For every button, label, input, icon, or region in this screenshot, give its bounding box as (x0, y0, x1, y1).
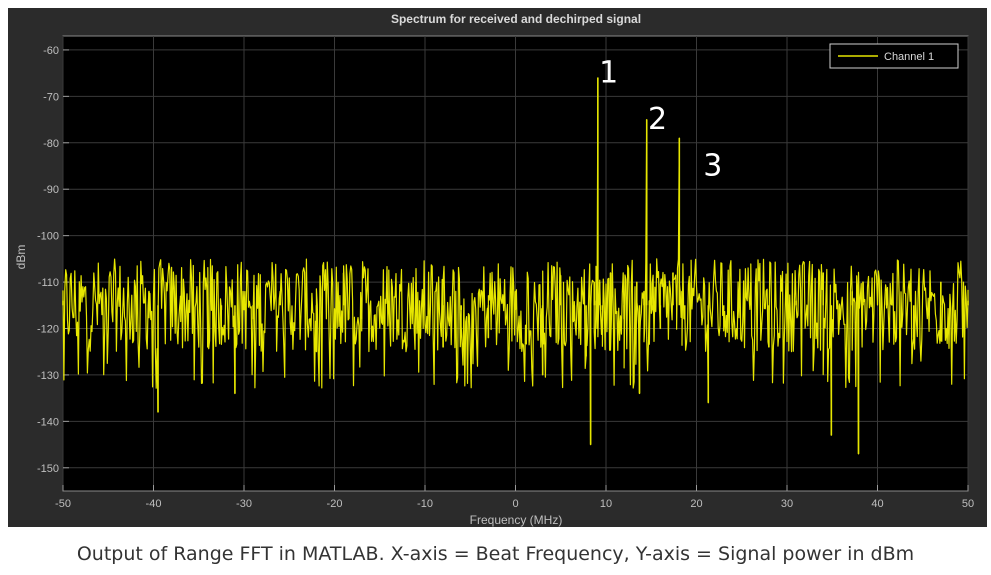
chart-title: Spectrum for received and dechirped sign… (391, 12, 641, 26)
x-tick-label: -20 (327, 498, 343, 510)
x-tick-label: -40 (146, 498, 162, 510)
peak-label: 1 (599, 55, 618, 90)
x-tick-label: 40 (871, 498, 883, 510)
x-tick-label: 0 (512, 498, 518, 510)
x-tick-label: 20 (690, 498, 702, 510)
legend-label: Channel 1 (884, 51, 934, 63)
x-tick-label: 30 (781, 498, 793, 510)
y-tick-label: -130 (37, 370, 59, 382)
y-tick-label: -70 (43, 91, 59, 103)
y-tick-label: -140 (37, 416, 59, 428)
x-tick-label: 50 (962, 498, 974, 510)
y-tick-label: -60 (43, 45, 59, 57)
peak-label: 2 (648, 102, 667, 137)
x-tick-label: -10 (417, 498, 433, 510)
x-tick-label: -50 (55, 498, 71, 510)
spectrum-chart: -50 -40 -30 -20 -10 0 10 20 30 40 50-60-70-80-90-1… (14, 12, 974, 527)
x-tick-label: 10 (600, 498, 612, 510)
x-tick-label: -30 (236, 498, 252, 510)
y-tick-label: -110 (38, 277, 59, 289)
peak-label: 3 (703, 148, 722, 183)
y-tick-label: -100 (37, 231, 59, 243)
y-tick-label: -80 (43, 138, 59, 150)
y-axis-label: dBm (14, 245, 28, 270)
y-tick-label: -90 (43, 184, 59, 196)
figure-panel: -50 -40 -30 -20 -10 0 10 20 30 40 50 -60 -70 -80 -90 -1… (8, 8, 987, 527)
figure-caption: Output of Range FFT in MATLAB. X-axis = … (76, 543, 915, 565)
x-axis-label: Frequency (MHz) (470, 513, 563, 527)
y-tick-label: -120 (37, 324, 59, 336)
y-tick-label: -150 (37, 463, 59, 475)
